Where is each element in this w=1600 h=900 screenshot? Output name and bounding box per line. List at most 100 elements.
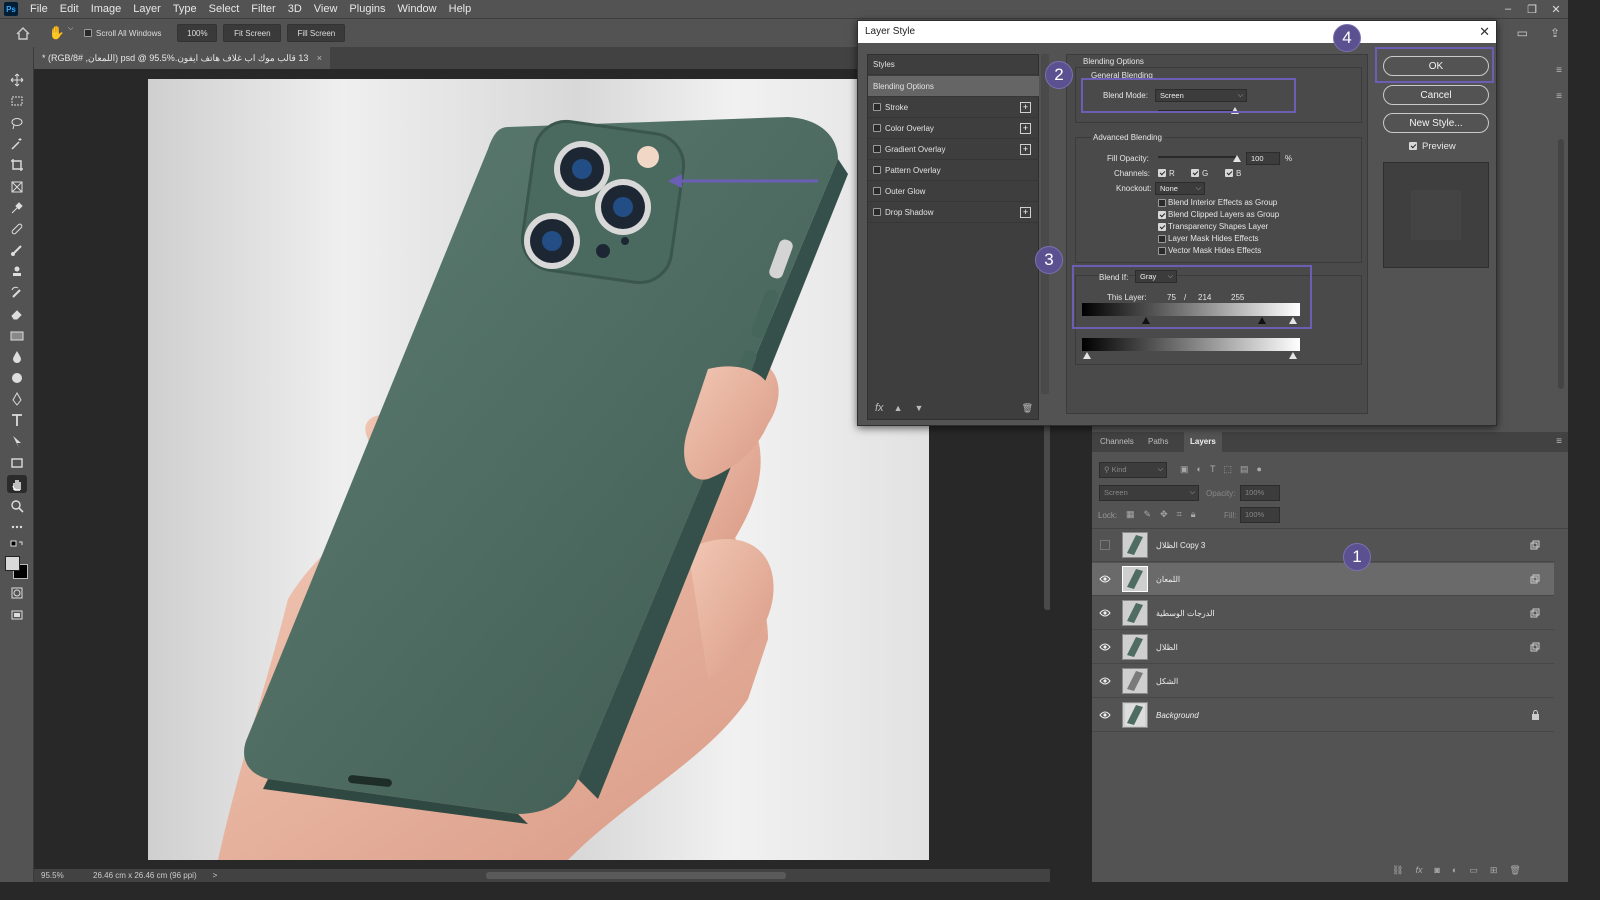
panel-menu-icon-mid[interactable]: ≡ [1556,91,1562,102]
magic-wand-tool-icon[interactable] [7,135,27,153]
layer-row[interactable]: Background [1092,699,1554,732]
layer-row[interactable]: الظلال [1092,631,1554,664]
layer-name[interactable]: الدرجات الوسطية [1156,609,1528,618]
add-style-plus-icon[interactable]: + [1020,206,1031,218]
fill-opacity-field[interactable]: 100 [1246,152,1280,165]
color-swatches[interactable] [5,556,29,580]
new-group-icon[interactable]: ▭ [1469,865,1478,876]
style-checkbox[interactable] [873,103,881,111]
filter-type-icon[interactable]: T [1210,464,1216,475]
menu-type[interactable]: Type [167,0,203,18]
layer-name[interactable]: اللمعان [1156,575,1528,584]
eraser-tool-icon[interactable] [7,305,27,323]
lock-all-icon[interactable]: 🔒︎ [1191,509,1196,520]
eye-icon[interactable] [1098,711,1112,719]
fill-opacity-slider-track[interactable] [1158,156,1238,158]
healing-brush-tool-icon[interactable] [7,220,27,238]
eye-icon[interactable] [1098,643,1112,651]
filter-toggle-icon[interactable]: ● [1256,464,1261,475]
fill-screen-button[interactable]: Fill Screen [287,24,346,42]
menu-view[interactable]: View [308,0,344,18]
lock-artboard-icon[interactable]: ⌗ [1177,509,1182,520]
style-gradient-overlay[interactable]: Gradient Overlay + [868,139,1039,160]
styles-header[interactable]: Styles [868,55,1039,75]
layer-name[interactable]: الظلال [1156,643,1528,652]
dodge-tool-icon[interactable] [7,369,27,387]
swap-colors-icon[interactable] [7,538,27,556]
lock-transparent-icon[interactable]: ▦ [1126,509,1135,520]
crop-tool-icon[interactable] [7,156,27,174]
menu-filter[interactable]: Filter [245,0,281,18]
adjustment-layer-icon[interactable]: ◐ [1452,865,1457,876]
scroll-all-windows[interactable]: Scroll All Windows [84,29,161,38]
style-pattern-overlay[interactable]: Pattern Overlay [868,160,1039,181]
document-tab[interactable]: 13 قالب موك اب غلاف هاتف ايفون.psd @ 95.… [34,47,330,69]
menu-layer[interactable]: Layer [127,0,167,18]
rectangle-tool-icon[interactable] [7,454,27,472]
layer-blend-mode-select[interactable]: Screen ⌵ [1099,485,1199,501]
document-image[interactable] [148,79,929,860]
delete-style-icon[interactable]: 🗑︎ [1022,403,1033,414]
menu-3d[interactable]: 3D [282,0,308,18]
link-layers-icon[interactable]: ⛓ [1392,865,1403,876]
properties-scrollbar[interactable] [1558,139,1564,389]
layer-name[interactable]: الشكل [1156,677,1528,686]
dialog-close-icon[interactable]: ✕ [1479,21,1490,43]
channel-r-checkbox[interactable] [1158,169,1166,177]
marquee-tool-icon[interactable] [7,92,27,110]
brush-tool-icon[interactable] [7,241,27,259]
tab-channels[interactable]: Channels [1100,432,1134,452]
filter-pixel-icon[interactable]: ▣ [1180,464,1189,475]
share-icon[interactable]: ⇪ [1550,26,1560,40]
pen-tool-icon[interactable] [7,390,27,408]
blur-tool-icon[interactable] [7,348,27,366]
eye-icon[interactable] [1098,575,1112,583]
style-checkbox[interactable] [873,187,881,195]
transparency-shapes-checkbox[interactable] [1158,223,1166,231]
home-icon[interactable] [8,26,38,40]
filter-smart-icon[interactable]: ▤ [1240,464,1249,475]
new-layer-icon[interactable]: ⊞ [1490,865,1498,876]
layer-name[interactable]: Background [1156,711,1528,720]
blend-interior-checkbox[interactable] [1158,199,1166,207]
history-brush-tool-icon[interactable] [7,284,27,302]
lock-move-icon[interactable]: ✥ [1160,509,1168,520]
vector-mask-hides-checkbox[interactable] [1158,247,1166,255]
menu-image[interactable]: Image [85,0,128,18]
status-arrow-icon[interactable]: > [213,871,218,880]
eye-icon[interactable] [1098,677,1112,685]
close-window-icon[interactable]: ✕ [1544,3,1568,16]
underlying-white-handle[interactable] [1289,352,1297,359]
menu-plugins[interactable]: Plugins [343,0,391,18]
clone-stamp-tool-icon[interactable] [7,263,27,281]
layer-fill-field[interactable]: 100% [1240,507,1280,523]
tab-layers[interactable]: Layers [1184,432,1222,452]
style-drop-shadow[interactable]: Drop Shadow + [868,202,1039,223]
screen-mode-icon[interactable] [7,606,27,624]
cancel-button[interactable]: Cancel [1383,85,1489,105]
style-checkbox[interactable] [873,145,881,153]
knockout-select[interactable]: None ⌵ [1155,182,1205,195]
layer-filter-kind[interactable]: ⚲ Kind ⌵ [1099,462,1167,478]
layer-row[interactable]: الدرجات الوسطية [1092,597,1554,630]
style-outer-glow[interactable]: Outer Glow [868,181,1039,202]
dialog-title[interactable]: Layer Style [858,21,1496,43]
restore-icon[interactable]: ❐ [1520,3,1544,16]
styles-scrollbar[interactable] [1041,54,1049,394]
hand-tool-icon[interactable] [7,475,27,493]
quick-mask-icon[interactable] [7,584,27,602]
style-checkbox[interactable] [873,208,881,216]
add-style-plus-icon[interactable]: + [1020,122,1031,134]
style-color-overlay[interactable]: Color Overlay + [868,118,1039,139]
delete-layer-icon[interactable]: 🗑︎ [1509,865,1520,876]
fill-opacity-slider-handle[interactable] [1233,155,1241,162]
status-zoom[interactable]: 95.5% [41,871,85,880]
new-style-button[interactable]: New Style... [1383,113,1489,133]
type-tool-icon[interactable] [7,411,27,429]
layer-name[interactable]: الظلال Copy 3 [1156,541,1528,550]
fx-icon[interactable]: fx [1415,865,1422,876]
scroll-all-checkbox[interactable] [84,29,92,37]
workspace-icon[interactable]: ▭ [1517,26,1528,40]
fx-menu-icon[interactable]: fx [875,402,884,414]
menu-file[interactable]: File [24,0,54,18]
